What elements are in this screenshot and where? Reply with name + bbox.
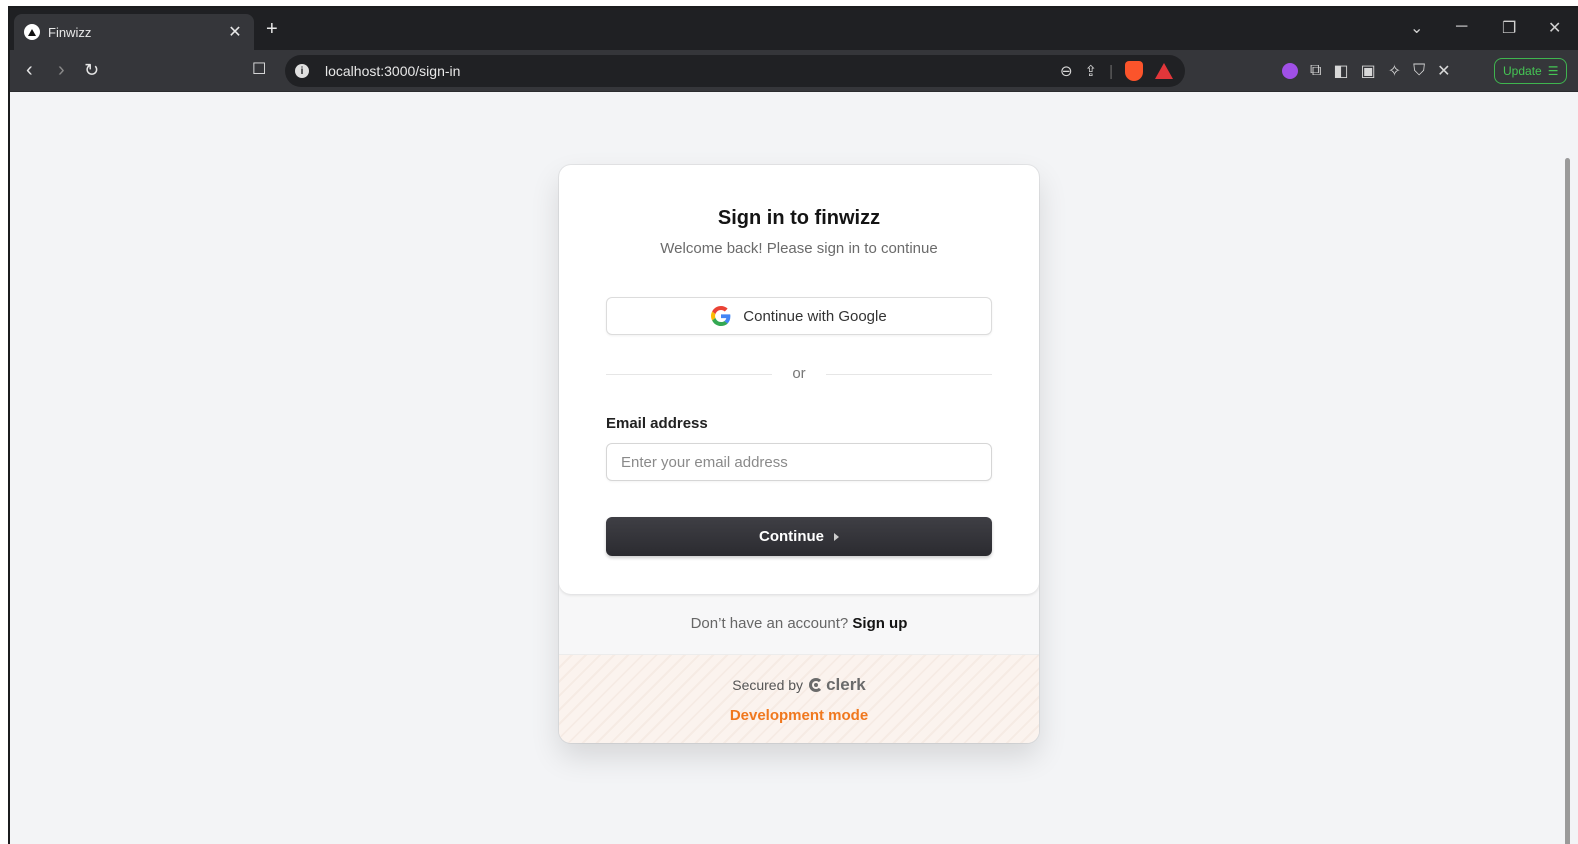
url-text: localhost:3000/sign-in bbox=[325, 63, 461, 79]
extensions-row: ⧉ ◧ ▣ ✧ ⛉ ✕ bbox=[1282, 61, 1451, 81]
close-tab-icon[interactable]: ✕ bbox=[226, 22, 244, 42]
new-tab-icon[interactable]: + bbox=[266, 18, 278, 41]
email-label: Email address bbox=[606, 415, 708, 432]
restore-icon[interactable]: ❐ bbox=[1502, 18, 1516, 38]
development-mode-badge: Development mode bbox=[729, 707, 869, 724]
signup-prompt: Don’t have an account? bbox=[690, 615, 849, 632]
signup-footer: Don’t have an account? Sign up bbox=[559, 594, 1039, 654]
vpn-shield-icon[interactable]: ⛉ bbox=[1413, 62, 1425, 80]
sign-up-link[interactable]: Sign up bbox=[852, 615, 907, 632]
play-arrow-icon bbox=[834, 532, 839, 541]
sign-in-subtitle: Welcome back! Please sign in to continue bbox=[660, 240, 938, 257]
extensions-puzzle-icon[interactable]: ⧉ bbox=[1310, 62, 1321, 80]
sign-in-card-main: Sign in to finwizz Welcome back! Please … bbox=[559, 165, 1039, 594]
forward-icon[interactable]: › bbox=[58, 59, 65, 81]
address-bar[interactable]: i localhost:3000/sign-in ⊖ ⇪ | bbox=[285, 55, 1185, 87]
brave-rewards-icon[interactable] bbox=[1155, 63, 1173, 79]
continue-button[interactable]: Continue bbox=[606, 517, 992, 556]
clerk-brand-text: clerk bbox=[826, 675, 866, 694]
google-icon bbox=[711, 306, 731, 326]
or-divider: or bbox=[606, 365, 992, 385]
close-window-icon[interactable]: ✕ bbox=[1548, 18, 1561, 38]
secured-by: Secured by clerk bbox=[559, 675, 1039, 695]
minimize-icon[interactable]: ─ bbox=[1456, 18, 1467, 36]
clerk-logo[interactable]: clerk bbox=[809, 675, 866, 695]
zoom-out-icon[interactable]: ⊖ bbox=[1060, 62, 1073, 80]
share-icon[interactable]: ⇪ bbox=[1085, 62, 1098, 80]
sidebar-icon[interactable]: ◧ bbox=[1333, 61, 1348, 81]
leo-ai-icon[interactable]: ✧ bbox=[1388, 61, 1401, 81]
browser-window: Finwizz ✕ + ⌄ ─ ❐ ✕ ‹ › ↻ ☐ i localhost:… bbox=[8, 6, 1578, 844]
reload-icon[interactable]: ↻ bbox=[84, 59, 99, 81]
tab-search-chevron-icon[interactable]: ⌄ bbox=[1410, 18, 1423, 38]
wallet-icon[interactable]: ▣ bbox=[1361, 61, 1376, 81]
tab-finwizz[interactable]: Finwizz ✕ bbox=[14, 14, 254, 50]
back-icon[interactable]: ‹ bbox=[26, 59, 33, 81]
browser-toolbar: ‹ › ↻ ☐ i localhost:3000/sign-in ⊖ ⇪ | ⧉… bbox=[10, 50, 1578, 92]
sign-in-title: Sign in to finwizz bbox=[717, 207, 881, 229]
scrollbar-thumb[interactable] bbox=[1565, 158, 1570, 844]
continue-button-label: Continue bbox=[759, 528, 824, 545]
separator: | bbox=[1109, 62, 1113, 80]
favicon-icon bbox=[24, 24, 40, 40]
secured-by-text: Secured by bbox=[732, 677, 804, 693]
site-info-icon[interactable]: i bbox=[295, 64, 309, 78]
update-button[interactable]: Update ☰ bbox=[1494, 58, 1568, 84]
update-label: Update bbox=[1503, 64, 1542, 78]
continue-with-google-button[interactable]: Continue with Google bbox=[606, 297, 992, 335]
email-input[interactable] bbox=[606, 443, 992, 481]
clerk-icon bbox=[809, 678, 824, 692]
google-button-label: Continue with Google bbox=[743, 307, 887, 325]
tools-icon[interactable]: ✕ bbox=[1437, 61, 1450, 81]
bookmark-icon[interactable]: ☐ bbox=[252, 59, 266, 81]
clerk-footer: Secured by clerk Development mode bbox=[559, 654, 1039, 743]
tab-strip: Finwizz ✕ + ⌄ ─ ❐ ✕ bbox=[10, 8, 1578, 50]
menu-icon: ☰ bbox=[1547, 64, 1559, 78]
tab-title: Finwizz bbox=[48, 24, 92, 40]
page-content: Sign in to finwizz Welcome back! Please … bbox=[10, 92, 1562, 844]
brave-shields-icon[interactable] bbox=[1125, 61, 1143, 81]
sign-in-card: Sign in to finwizz Welcome back! Please … bbox=[559, 165, 1039, 743]
divider-line-right bbox=[826, 374, 992, 375]
extension-purple-icon[interactable] bbox=[1282, 63, 1298, 79]
